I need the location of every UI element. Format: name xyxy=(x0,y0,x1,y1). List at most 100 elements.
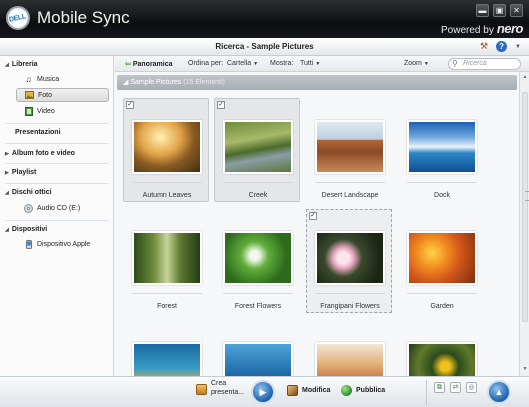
thumbnail-card[interactable]: Dock xyxy=(398,98,484,202)
checkbox-checked[interactable]: ✓ xyxy=(217,101,225,109)
scroll-up-arrow-icon[interactable]: ▲ xyxy=(521,74,529,82)
mostra-dropdown[interactable]: Tutti ▼ xyxy=(300,60,320,67)
sidebar-item-musica[interactable]: ♫ Musica xyxy=(16,72,109,86)
window-controls: ▬ ▣ ✕ xyxy=(476,4,523,17)
mostra-value: Tutti xyxy=(300,60,314,67)
sidebar-section-playlist[interactable]: ▶ Playlist xyxy=(5,169,36,176)
sidebar-section-label: Libreria xyxy=(11,61,38,68)
device-icon xyxy=(24,239,33,249)
ordina-dropdown[interactable]: Cartella ▼ xyxy=(227,60,258,67)
thumbnail-card[interactable] xyxy=(214,320,300,376)
divider xyxy=(5,220,109,221)
minimize-button[interactable]: ▬ xyxy=(476,4,489,17)
tools-icon[interactable]: ⚒ xyxy=(480,41,488,52)
help-icon[interactable]: ? xyxy=(496,41,508,52)
collapse-triangle-icon[interactable]: ◢ xyxy=(123,79,128,86)
sidebar-section-dischi[interactable]: ◢ Dischi ottici xyxy=(5,189,52,196)
thumbnail-card[interactable]: ✓ Creek xyxy=(214,98,300,202)
sidebar-section-presentazioni[interactable]: Presentazioni xyxy=(15,129,61,136)
sidebar-item-label: Video xyxy=(37,107,55,115)
pubblica-button[interactable]: Pubblica xyxy=(341,385,385,396)
thumbnail-card[interactable]: ✓ Autumn Leaves xyxy=(123,98,209,202)
chevron-down-icon[interactable]: ▼ xyxy=(515,44,521,50)
divider xyxy=(132,293,202,294)
group-header[interactable]: ◢ Sample Pictures (15 Elementi) xyxy=(117,75,517,90)
video-icon xyxy=(24,106,33,116)
thumbnail-card[interactable]: ✓ Frangipani Flowers xyxy=(306,209,392,313)
sidebar-item-apple-device[interactable]: Dispositivo Apple xyxy=(16,237,109,251)
collapse-triangle-icon[interactable]: ◢ xyxy=(5,227,9,233)
collapse-triangle-icon[interactable]: ◢ xyxy=(5,62,9,68)
thumbnail-card[interactable] xyxy=(123,320,209,376)
thumbnail-card[interactable] xyxy=(306,320,392,376)
bottom-action-bar: Crea presenta... ▶ Modifica Pubblica ⧉ ⇄… xyxy=(0,376,529,407)
sidebar-item-label: Foto xyxy=(38,91,53,99)
thumbnail-dock xyxy=(407,120,477,174)
crea-line2: presenta... xyxy=(211,389,245,396)
dell-logo: DELL xyxy=(6,6,30,30)
thumbnail-autumn-leaves xyxy=(132,120,202,174)
scrollbar-thumb[interactable] xyxy=(522,92,529,322)
expand-triangle-icon[interactable]: ▶ xyxy=(5,170,9,176)
sidebar-section-dispositivi[interactable]: ◢ Dispositivi xyxy=(5,226,47,233)
thumbnail-garden xyxy=(407,231,477,285)
sidebar-section-label: Dispositivi xyxy=(11,226,48,233)
mostra-label: Mostra: xyxy=(270,60,294,67)
play-button[interactable]: ▶ xyxy=(251,380,275,404)
sidebar-item-foto[interactable]: Foto xyxy=(16,88,109,102)
divider xyxy=(132,182,202,183)
sync-icon[interactable]: ⇄ xyxy=(450,382,461,393)
thumbnail-card[interactable] xyxy=(398,320,484,376)
maximize-button[interactable]: ▣ xyxy=(493,4,506,17)
thumbnail-image xyxy=(223,342,293,376)
thumbnail-card[interactable]: Garden xyxy=(398,209,484,313)
divider xyxy=(315,293,385,294)
thumbnail-card[interactable]: Forest xyxy=(123,209,209,313)
thumbnail-card[interactable]: Forest Flowers xyxy=(214,209,300,313)
slideshow-icon xyxy=(196,384,207,395)
divider xyxy=(5,183,109,184)
sidebar-item-video[interactable]: Video xyxy=(16,104,109,118)
sidebar-section-label: Presentazioni xyxy=(15,129,61,136)
edit-icon xyxy=(287,385,298,396)
thumbnail-card[interactable]: Desert Landscape xyxy=(306,98,392,202)
mobile-sync-window: DELL Mobile Sync ▬ ▣ ✕ Powered by nero R… xyxy=(0,0,529,407)
expand-triangle-icon[interactable]: ▶ xyxy=(5,151,9,157)
thumbnail-caption: Forest Flowers xyxy=(234,303,282,310)
sidebar-section-album[interactable]: ▶ Album foto e video xyxy=(5,150,75,157)
collapse-triangle-icon[interactable]: ◢ xyxy=(5,190,9,196)
vertical-scrollbar[interactable]: ▲ ▼ xyxy=(519,72,529,376)
sidebar-item-label: Dispositivo Apple xyxy=(37,240,91,248)
copy-icon[interactable]: ⧉ xyxy=(434,382,445,393)
search-icon: ⚲ xyxy=(452,59,458,68)
divider xyxy=(407,293,477,294)
close-button[interactable]: ✕ xyxy=(510,4,523,17)
dell-logo-text: DELL xyxy=(8,12,28,24)
panoramica-button[interactable]: ⇦ Panoramica xyxy=(125,60,173,68)
modifica-button[interactable]: Modifica xyxy=(287,385,330,396)
device-sync-icon[interactable]: ◎ xyxy=(466,382,477,393)
sidebar-item-label: Musica xyxy=(37,75,60,83)
sidebar-section-label: Playlist xyxy=(11,169,37,176)
thumbnail-forest-flowers xyxy=(223,231,293,285)
sidebar-item-audio-cd[interactable]: Audio CD (E:) xyxy=(16,201,109,215)
powered-by-label: Powered by xyxy=(441,25,494,36)
zoom-dropdown[interactable]: Zoom ▼ xyxy=(404,60,429,67)
transfer-up-button[interactable]: ▲ xyxy=(487,380,511,404)
search-input[interactable]: ⚲ Ricerca xyxy=(448,58,521,70)
divider xyxy=(5,163,109,164)
scroll-down-arrow-icon[interactable]: ▼ xyxy=(521,366,529,374)
checkbox-checked[interactable]: ✓ xyxy=(126,101,134,109)
ordina-value: Cartella xyxy=(227,60,252,67)
globe-icon xyxy=(341,385,352,396)
photo-icon xyxy=(25,91,34,100)
panoramica-label: Panoramica xyxy=(132,61,173,68)
sidebar-section-libreria[interactable]: ◢ Libreria xyxy=(5,61,38,68)
sidebar: ◢ Libreria ♫ Musica Foto Video Presentaz… xyxy=(0,56,114,376)
sidebar-section-label: Album foto e video xyxy=(11,150,75,157)
crea-presentazione-button[interactable]: Crea presenta... xyxy=(196,379,244,397)
ordina-label: Ordina per: xyxy=(188,60,224,67)
title-bar: DELL Mobile Sync ▬ ▣ ✕ Powered by nero xyxy=(0,0,529,38)
checkbox-checked[interactable]: ✓ xyxy=(309,212,317,220)
thumbnail-frangipani-flowers xyxy=(315,231,385,285)
